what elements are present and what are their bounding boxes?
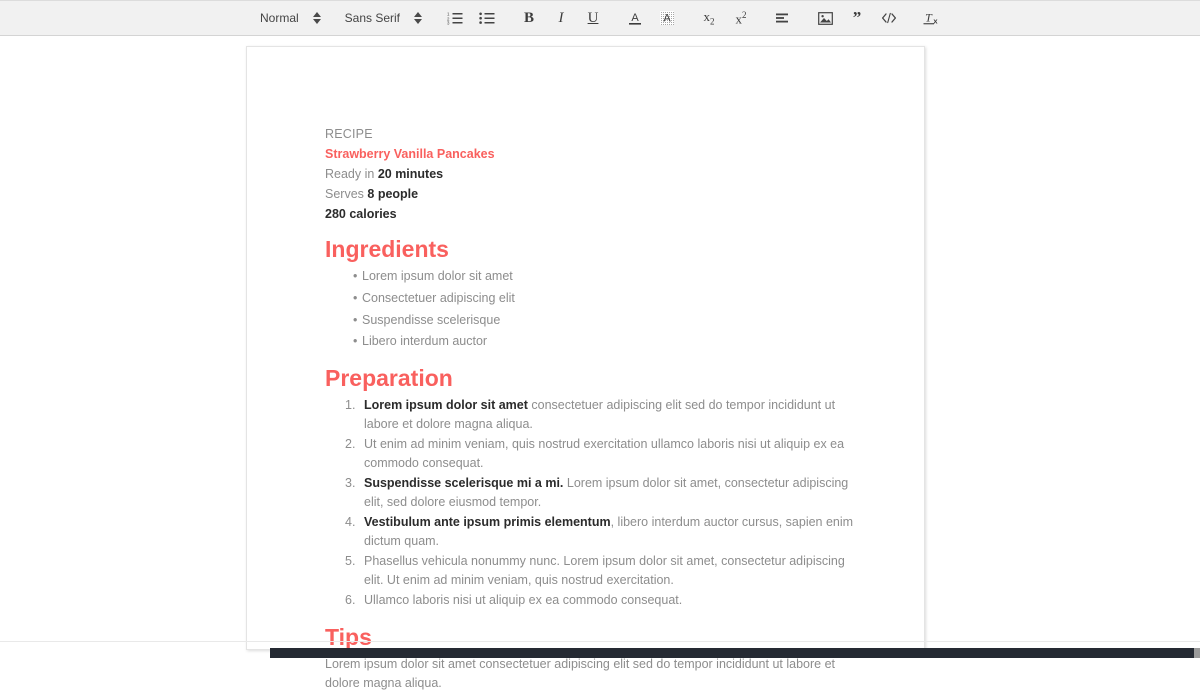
subscript-icon: x2 — [703, 8, 715, 27]
svg-text:3: 3 — [447, 21, 450, 25]
italic-button[interactable]: I — [548, 5, 574, 31]
quote-icon: ” — [852, 8, 862, 28]
serves-label: Serves — [325, 187, 368, 202]
bullet-list-icon — [479, 11, 495, 25]
block-format-select[interactable]: Normal — [256, 6, 325, 30]
ordered-list-button[interactable]: 1 2 3 — [442, 5, 468, 31]
list-item: Libero interdum auctor — [353, 331, 860, 353]
subscript-button[interactable]: x2 — [696, 5, 722, 31]
scrollbar-thumb[interactable] — [1194, 648, 1200, 658]
serves-value: 8 people — [367, 187, 419, 202]
step-bold: Vestibulum ante ipsum primis elementum — [364, 514, 611, 529]
highlight-color-button[interactable]: A — [654, 5, 680, 31]
calories-line: 280 calories — [325, 207, 397, 222]
font-family-label: Sans Serif — [344, 11, 401, 25]
step-text: Phasellus vehicula nonummy nunc. Lorem i… — [364, 553, 845, 587]
align-left-icon — [775, 12, 791, 24]
svg-text:A: A — [631, 12, 639, 24]
document-body[interactable]: RECIPE Strawberry Vanilla Pancakes Ready… — [247, 47, 924, 693]
underline-button[interactable]: U — [580, 5, 606, 31]
ordered-list-icon: 1 2 3 — [447, 11, 463, 25]
superscript-button[interactable]: x2 — [728, 5, 754, 31]
superscript-icon: x2 — [735, 9, 747, 27]
ingredients-heading: Ingredients — [325, 236, 449, 263]
clear-format-icon: T x — [923, 10, 940, 26]
insert-image-button[interactable] — [812, 5, 838, 31]
align-button[interactable] — [770, 5, 796, 31]
step-text: Ut enim ad minim veniam, quis nostrud ex… — [364, 436, 845, 470]
ready-in-line: Ready in 20 minutes — [325, 164, 860, 184]
highlight-color-icon: A — [659, 10, 675, 26]
font-family-select[interactable]: Sans Serif — [341, 6, 426, 30]
serves-line: Serves 8 people — [325, 184, 860, 204]
list-item: Suspendisse scelerisque mi a mi. Lorem i… — [345, 474, 860, 512]
preparation-list: Lorem ipsum dolor sit amet consectetuer … — [325, 396, 860, 610]
blockquote-button[interactable]: ” — [844, 5, 870, 31]
chevron-updown-icon — [414, 12, 423, 24]
block-format-label: Normal — [259, 11, 299, 25]
bold-button[interactable]: B — [516, 5, 542, 31]
ready-in-value: 20 minutes — [377, 167, 444, 182]
editor-toolbar: Normal Sans Serif 1 2 3 B I U A A x2 x2 … — [0, 0, 1200, 36]
list-item: Lorem ipsum dolor sit amet consectetuer … — [345, 396, 860, 434]
step-bold: Suspendisse scelerisque mi a mi. — [364, 475, 564, 490]
list-item: Ut enim ad minim veniam, quis nostrud ex… — [345, 435, 860, 473]
list-item: Consectetuer adipiscing elit — [353, 288, 860, 310]
text-color-button[interactable]: A — [622, 5, 648, 31]
recipe-kicker: RECIPE — [325, 127, 373, 141]
list-item: Lorem ipsum dolor sit amet — [353, 266, 860, 288]
list-item: Ullamco laboris nisi ut aliquip ex ea co… — [345, 591, 860, 610]
editor-canvas: RECIPE Strawberry Vanilla Pancakes Ready… — [0, 37, 1200, 690]
step-bold: Lorem ipsum dolor sit amet — [364, 397, 528, 412]
image-icon — [817, 11, 833, 25]
underline-icon: U — [587, 9, 599, 26]
canvas-bottom-divider — [0, 641, 1200, 642]
chevron-updown-icon — [312, 12, 321, 24]
list-item: Suspendisse scelerisque — [353, 310, 860, 332]
code-block-button[interactable] — [876, 5, 902, 31]
preparation-heading: Preparation — [325, 365, 453, 392]
svg-text:A: A — [663, 13, 671, 25]
svg-text:x: x — [933, 17, 938, 26]
italic-icon: I — [558, 9, 564, 26]
svg-text:T: T — [925, 11, 933, 25]
step-text: Ullamco laboris nisi ut aliquip ex ea co… — [364, 592, 683, 607]
ingredients-list: Lorem ipsum dolor sit amet Consectetuer … — [325, 266, 860, 353]
ready-in-label: Ready in — [325, 167, 378, 182]
text-color-icon: A — [627, 10, 643, 26]
bullet-list-button[interactable] — [474, 5, 500, 31]
list-item: Phasellus vehicula nonummy nunc. Lorem i… — [345, 552, 860, 590]
document-page[interactable]: RECIPE Strawberry Vanilla Pancakes Ready… — [246, 46, 925, 690]
clear-formatting-button[interactable]: T x — [918, 5, 944, 31]
code-icon — [881, 12, 897, 24]
tips-text: Lorem ipsum dolor sit amet consectetuer … — [325, 656, 835, 690]
bold-icon: B — [524, 9, 535, 26]
recipe-title: Strawberry Vanilla Pancakes — [325, 147, 495, 162]
list-item: Vestibulum ante ipsum primis elementum, … — [345, 513, 860, 551]
bottom-scrollbar[interactable] — [270, 648, 1200, 658]
